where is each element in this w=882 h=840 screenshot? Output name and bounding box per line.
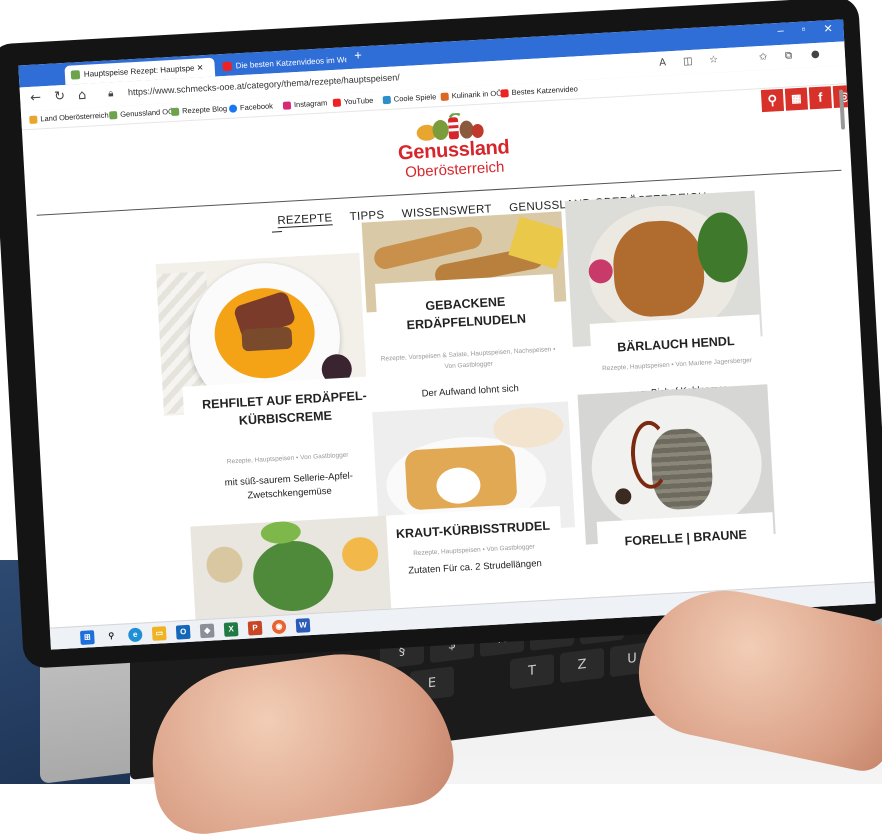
explorer-icon[interactable]: ▭ xyxy=(151,626,167,641)
search-icon[interactable]: ⚲ xyxy=(104,629,119,644)
recipe-title: BÄRLAUCH HENDL xyxy=(616,333,735,355)
nav-rezepte[interactable]: REZEPTE xyxy=(277,212,333,229)
recipe-card[interactable]: KRAUT-KÜRBISSTRUDEL Rezepte, Hauptspeise… xyxy=(384,505,564,588)
windows-start-icon[interactable]: ⊞ xyxy=(79,630,95,645)
outlook-icon[interactable]: O xyxy=(175,624,191,640)
collections-icon[interactable]: ⧉ xyxy=(785,50,793,61)
nav-marker xyxy=(271,231,283,233)
recipe-title: REHFILET AUF ERDÄPFEL-KÜRBISCREME xyxy=(201,388,368,428)
search-icon[interactable]: ⚲ xyxy=(760,88,785,113)
bookmark-item[interactable]: Genussland OÖ xyxy=(109,107,174,120)
tab-label: Hauptspeise Rezept: Hauptspe xyxy=(83,63,195,79)
favorite-star-icon[interactable]: ☆ xyxy=(709,54,719,65)
genussland-favicon-icon xyxy=(70,70,81,80)
firefox-icon[interactable]: ◉ xyxy=(271,619,287,635)
refresh-icon[interactable]: ↻ xyxy=(54,89,66,105)
app-icon[interactable]: ◆ xyxy=(199,623,215,639)
new-tab-button[interactable]: + xyxy=(354,47,362,62)
keyboard-key: T xyxy=(510,653,554,690)
bookmark-item[interactable]: Bestes Katzenvideo xyxy=(500,84,578,98)
bookmark-item[interactable]: YouTube xyxy=(332,96,374,108)
word-icon[interactable]: W xyxy=(295,618,311,633)
lock-icon: 🔒︎ xyxy=(107,88,114,100)
recipe-description: mit süß-saurem Sellerie-Apfel-Zwetschken… xyxy=(224,470,354,502)
recipe-card[interactable]: GEBACKENE ERDÄPFELNUDELN Rezepte, Vorspe… xyxy=(375,274,560,404)
home-icon[interactable]: ⌂ xyxy=(78,88,87,103)
close-icon[interactable]: ✕ xyxy=(823,22,833,35)
bookmark-item[interactable]: Instagram xyxy=(282,98,328,110)
calendar-icon[interactable]: ▦ xyxy=(784,87,809,111)
recipe-title: FORELLE | BRAUNE xyxy=(624,527,748,549)
profile-icon[interactable]: ● xyxy=(811,49,820,60)
favorites-icon[interactable]: ✩ xyxy=(759,52,768,63)
excel-icon[interactable]: X xyxy=(223,622,239,637)
back-icon[interactable]: ← xyxy=(30,90,42,106)
recipe-meta: Rezepte, Vorspeisen & Salate, Hauptspeis… xyxy=(380,345,556,371)
recipe-meta: Rezepte, Hauptspeisen • Von Marlene Jage… xyxy=(601,357,753,373)
edge-icon[interactable]: e xyxy=(127,627,143,643)
recipe-title: KRAUT-KÜRBISSTRUDEL xyxy=(395,518,551,542)
recipe-card[interactable]: REHFILET AUF ERDÄPFEL-KÜRBISCREME Rezept… xyxy=(182,375,392,517)
bookmark-item[interactable]: Kulinarik in OÖ xyxy=(440,89,502,101)
split-view-icon[interactable]: ◫ xyxy=(683,56,693,68)
recipe-title: GEBACKENE ERDÄPFELNUDELN xyxy=(406,294,527,333)
youtube-favicon-icon xyxy=(222,61,232,72)
powerpoint-icon[interactable]: P xyxy=(247,620,263,636)
recipe-description: Der Aufwand lohnt sich xyxy=(421,383,520,400)
keyboard-key: Z xyxy=(560,647,604,684)
buddha-bowl-photo[interactable] xyxy=(190,515,392,621)
recipe-card[interactable]: FORELLE | BRAUNE xyxy=(596,512,775,562)
recipe-description: Zutaten Für ca. 2 Strudellängen xyxy=(408,558,543,577)
tab-label: Die besten Katzenvideos im We xyxy=(235,55,348,71)
maximize-icon[interactable]: ▫ xyxy=(801,24,806,36)
bookmark-item[interactable]: Rezepte Blog xyxy=(170,104,227,117)
recipe-meta: Rezepte, Hauptspeisen • Von Gastblogger xyxy=(226,451,349,466)
facebook-icon[interactable]: f xyxy=(808,86,832,110)
bookmark-item[interactable]: Facebook xyxy=(228,101,273,113)
bookmark-item[interactable]: Land Oberösterreich xyxy=(29,111,109,124)
minimize-icon[interactable]: – xyxy=(777,25,784,37)
bookmark-item[interactable]: Coole Spiele xyxy=(382,92,437,105)
logo-mark-icon xyxy=(416,112,484,141)
genussland-logo[interactable]: Genussland Oberösterreich xyxy=(392,110,516,187)
laptop-screen: Hauptspeise Rezept: Hauptspe ✕ Die beste… xyxy=(18,19,876,650)
read-aloud-icon[interactable]: A xyxy=(659,57,666,68)
